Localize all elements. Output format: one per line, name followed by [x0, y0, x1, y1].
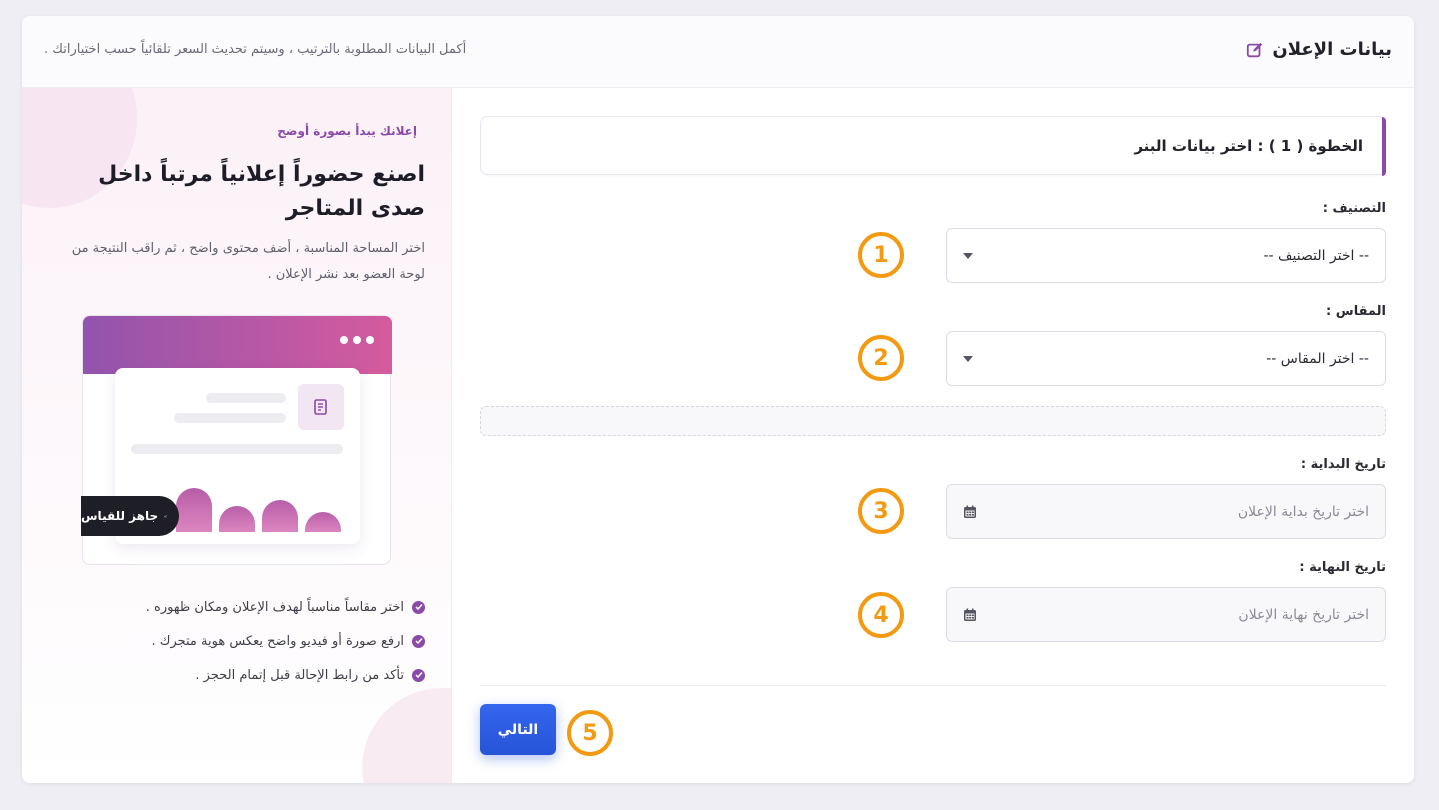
calendar-icon [964, 505, 976, 518]
page-title: بيانات الإعلان [1246, 39, 1392, 60]
end-date-input[interactable]: اختر تاريخ نهاية الإعلان [946, 587, 1386, 642]
edit-icon [1247, 42, 1263, 57]
promo-panel: إعلانك يبدأ بصورة أوضح اصنع حضوراً إعلان… [22, 88, 452, 783]
list-item: اختر مقاساً مناسباً لهدف الإعلان ومكان ظ… [45, 590, 425, 624]
placeholder-line [206, 393, 286, 403]
chart-line-icon [164, 515, 167, 518]
header-subtitle: أكمل البيانات المطلوبة بالترتيب ، وسيتم … [44, 42, 467, 57]
size-label: المقاس : [1326, 304, 1386, 319]
decor-blob [362, 688, 451, 783]
category-label: التصنيف : [1322, 201, 1386, 216]
check-circle-icon [412, 600, 425, 614]
placeholder-line [174, 413, 286, 423]
start-date-input[interactable]: اختر تاريخ بداية الإعلان [946, 484, 1386, 539]
step-header: الخطوة ( 1 ) : اختر بيانات البنر [480, 116, 1386, 176]
step-title: الخطوة ( 1 ) : اختر بيانات البنر [1134, 137, 1363, 155]
chart-bar [262, 500, 298, 532]
preview-header-bar [83, 316, 392, 374]
next-button[interactable]: التالي [480, 704, 556, 755]
promo-tag: إعلانك يبدأ بصورة أوضح [277, 124, 417, 138]
category-select[interactable]: -- اختر التصنيف -- [946, 228, 1386, 283]
start-date-label: تاريخ البداية : [1300, 457, 1386, 472]
caret-down-icon [963, 253, 973, 259]
price-preview-area [480, 406, 1386, 436]
chart-bar [305, 512, 341, 532]
divider [480, 685, 1386, 686]
list-item: ارفع صورة أو فيديو واضح يعكس هوية متجرك … [45, 624, 425, 658]
promo-title: اصنع حضوراً إعلانياً مرتباً داخل صدى الم… [98, 162, 425, 221]
check-circle-icon [412, 634, 425, 648]
caret-down-icon [963, 356, 973, 362]
menu-dots-icon [340, 336, 374, 344]
promo-description: اختر المساحة المناسبة ، أضف محتوى واضح ،… [71, 241, 425, 282]
annotation-badge-4: 4 [858, 592, 904, 638]
ad-data-card: بيانات الإعلان أكمل البيانات المطلوبة با… [22, 16, 1414, 783]
end-date-label: تاريخ النهاية : [1299, 560, 1386, 575]
list-item: تأكد من رابط الإحالة قبل إتمام الحجز . [45, 658, 425, 692]
annotation-badge-3: 3 [858, 488, 904, 534]
calendar-icon [964, 608, 976, 621]
annotation-badge-1: 1 [858, 232, 904, 278]
check-circle-icon [412, 668, 425, 682]
ad-form: الخطوة ( 1 ) : اختر بيانات البنر التصنيف… [452, 88, 1414, 783]
ready-to-measure-pill: جاهز للقياس [81, 496, 179, 536]
promo-checklist: اختر مقاساً مناسباً لهدف الإعلان ومكان ظ… [45, 590, 425, 692]
size-select[interactable]: -- اختر المقاس -- [946, 331, 1386, 386]
ad-preview-illustration: جاهز للقياس [81, 315, 392, 565]
chart-bar [219, 506, 255, 532]
placeholder-line [131, 444, 343, 454]
card-header: بيانات الإعلان أكمل البيانات المطلوبة با… [22, 16, 1414, 88]
chart-bar [176, 488, 212, 532]
annotation-badge-5: 5 [567, 710, 613, 756]
document-icon [298, 384, 344, 430]
annotation-badge-2: 2 [858, 335, 904, 381]
